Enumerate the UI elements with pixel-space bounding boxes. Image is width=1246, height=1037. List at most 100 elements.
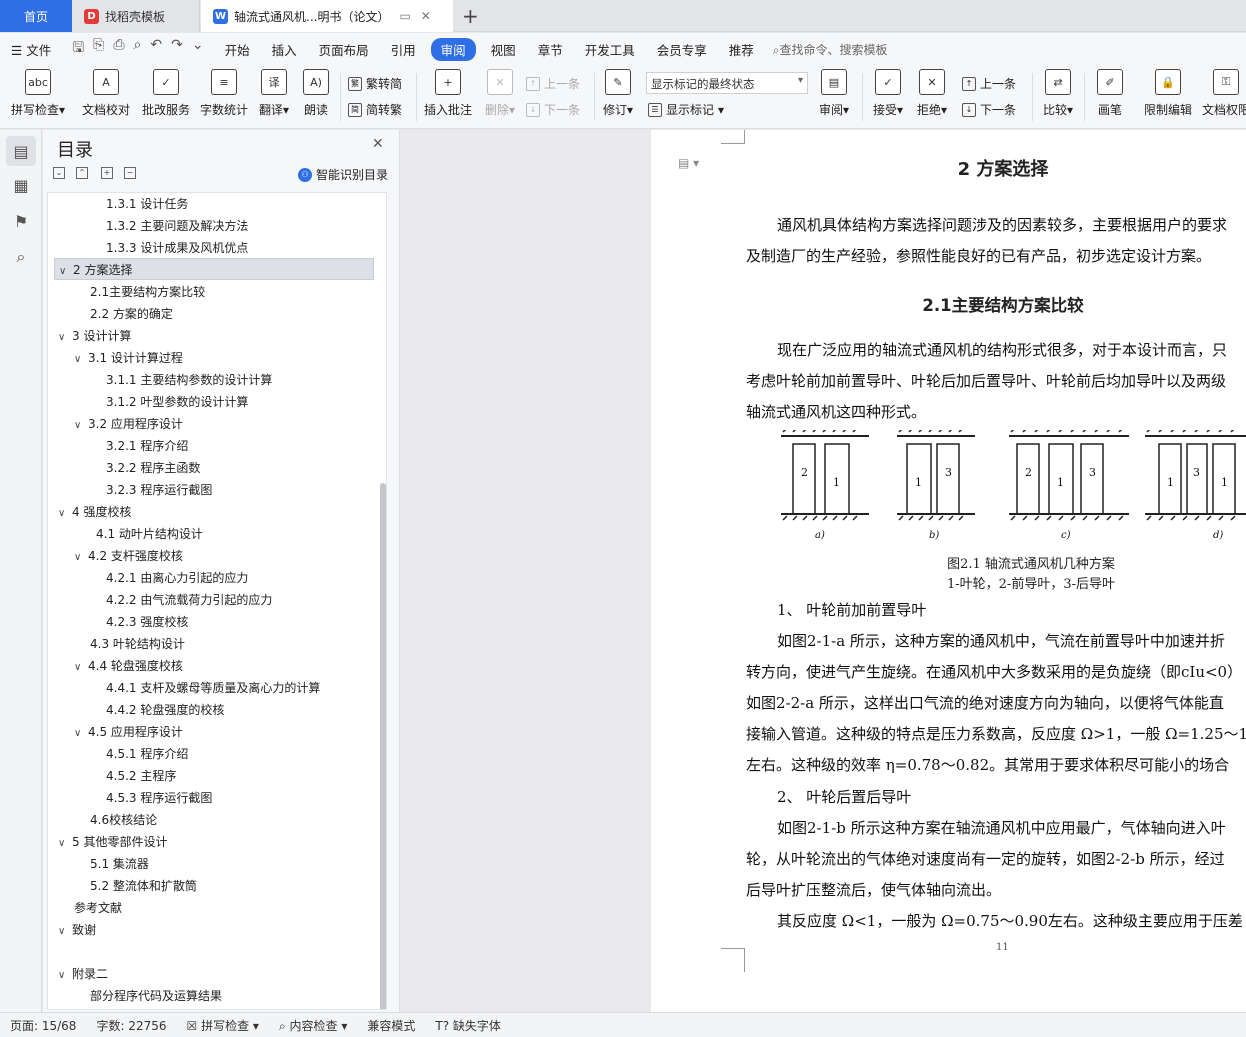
toc-item[interactable]: 5.1 集流器 — [90, 853, 149, 875]
toc-item[interactable]: ∨ 5 其他零部件设计 — [58, 831, 167, 853]
tab-window-icon[interactable]: ▭ — [399, 9, 410, 23]
toc-item[interactable]: 4.1 动叶片结构设计 — [96, 523, 203, 545]
doc-permission-button[interactable]: ⚿ 文档权限 — [1200, 69, 1246, 118]
page-indicator[interactable]: 页面: 15/68 — [0, 1017, 86, 1034]
file-menu[interactable]: ☰ 文件 — [0, 40, 62, 59]
menu-review[interactable]: 审阅 — [430, 37, 476, 61]
toc-item[interactable]: ∨ 3.1 设计计算过程 — [74, 347, 183, 369]
revise-button[interactable]: ✎ 修订▾ — [600, 69, 636, 118]
menu-member[interactable]: 会员专享 — [646, 40, 718, 59]
document-page[interactable]: ▤ ▾ 2 方案选择 通风机具体结构方案选择问题涉及的因素较多，主要根据用户的要… — [651, 130, 1246, 1012]
close-icon[interactable]: ✕ — [372, 136, 384, 152]
markup-state-select[interactable]: 显示标记的最终状态 — [646, 72, 808, 94]
trad-to-simp-button[interactable]: 繁繁转简 — [348, 75, 402, 92]
save-icon[interactable]: 🖫 — [72, 37, 84, 61]
pen-button[interactable]: ✐ 画笔 — [1094, 69, 1126, 118]
insert-comment-button[interactable]: + 插入批注 — [422, 69, 474, 118]
collapse-all-icon[interactable]: ⌄ — [53, 167, 65, 179]
chevron-down-icon[interactable]: ∨ — [58, 503, 72, 525]
toc-item[interactable]: 部分程序代码及运算结果 — [90, 985, 222, 1007]
toc-item[interactable]: 4.4.2 轮盘强度的校核 — [106, 699, 224, 721]
undo-icon[interactable]: ↶ — [150, 37, 162, 61]
menu-devtools[interactable]: 开发工具 — [574, 40, 646, 59]
toc-item[interactable]: 3.2.3 程序运行截图 — [106, 479, 212, 501]
toc-item[interactable]: ∨ 3 设计计算 — [58, 325, 131, 347]
toc-item[interactable]: 3.2.2 程序主函数 — [106, 457, 200, 479]
prev-comment-button[interactable]: ↑ 上一条 — [526, 75, 580, 92]
toc-item[interactable]: 4.6校核结论 — [90, 809, 157, 831]
show-markup-button[interactable]: ☰ 显示标记 ▾ — [648, 101, 724, 118]
remove-item-icon[interactable]: − — [124, 167, 136, 179]
toc-item[interactable]: 4.2.1 由离心力引起的应力 — [106, 567, 248, 589]
document-area[interactable]: ▤ ▾ 2 方案选择 通风机具体结构方案选择问题涉及的因素较多，主要根据用户的要… — [401, 130, 1246, 1012]
tab-document[interactable]: W 轴流式通风机...明书（论文） ▭ ✕ — [201, 0, 453, 32]
toc-item[interactable]: ∨ 附录二 — [58, 963, 108, 985]
tab-template[interactable]: D 找稻壳模板 — [72, 0, 200, 32]
missing-font-status[interactable]: T? 缺失字体 — [425, 1017, 511, 1034]
compare-button[interactable]: ⇄ 比较▾ — [1040, 69, 1076, 118]
toc-item[interactable]: 参考文献 — [74, 897, 122, 919]
smart-toc-button[interactable]: ⚇ 智能识别目录 — [298, 166, 388, 183]
toc-item[interactable]: 2.2 方案的确定 — [90, 303, 173, 325]
toc-item[interactable]: 4.3 叶轮结构设计 — [90, 633, 185, 655]
toc-item[interactable]: 3.1.2 叶型参数的设计计算 — [106, 391, 248, 413]
toc-item[interactable]: 4.2.3 强度校核 — [106, 611, 188, 633]
read-aloud-button[interactable]: A) 朗读 — [300, 69, 332, 118]
spell-check-button[interactable]: abc 拼写检查▾ — [10, 69, 66, 118]
menu-recommend[interactable]: 推荐 — [718, 40, 765, 59]
prev-change-button[interactable]: ↑ 上一条 — [962, 75, 1016, 92]
toc-item[interactable]: 5.2 整流体和扩散筒 — [90, 875, 197, 897]
chevron-down-icon[interactable]: ∨ — [58, 965, 72, 987]
translate-button[interactable]: 译翻译▾ — [256, 69, 292, 118]
command-search[interactable]: ⌕查找命令、搜索模板 — [773, 41, 888, 58]
tab-home[interactable]: 首页 — [0, 0, 72, 32]
chevron-down-icon[interactable]: ∨ — [58, 833, 72, 855]
new-tab-icon[interactable]: + — [462, 4, 479, 28]
accept-button[interactable]: ✓ 接受▾ — [870, 69, 906, 118]
more-icon[interactable]: ⌄ — [192, 37, 204, 61]
chevron-down-icon[interactable]: ∨ — [74, 349, 88, 371]
chevron-down-icon[interactable]: ∨ — [58, 327, 72, 349]
toc-item[interactable]: ∨ 致谢 — [58, 919, 96, 941]
next-comment-button[interactable]: ↓ 下一条 — [526, 101, 580, 118]
redo-icon[interactable]: ↷ — [171, 37, 183, 61]
content-check-status[interactable]: ⌕ 内容检查 ▾ — [269, 1017, 357, 1034]
tab-close-icon[interactable]: ✕ — [421, 9, 431, 23]
menu-view[interactable]: 视图 — [480, 40, 527, 59]
toc-item[interactable]: 4.2.2 由气流载荷力引起的应力 — [106, 589, 272, 611]
bookmark-icon[interactable]: ⚑ — [6, 206, 36, 236]
review-pane-button[interactable]: ▤ 审阅▾ — [816, 69, 852, 118]
toc-item[interactable]: ∨ 4.4 轮盘强度校核 — [74, 655, 183, 677]
print-icon[interactable]: ⎙ — [113, 37, 124, 61]
toc-item[interactable]: ∨ 4 强度校核 — [58, 501, 131, 523]
toc-item[interactable]: 4.4.1 支杆及螺母等质量及离心力的计算 — [106, 677, 320, 699]
restrict-edit-button[interactable]: 🔒 限制编辑 — [1142, 69, 1194, 118]
word-count[interactable]: 字数: 22756 — [86, 1017, 176, 1034]
toc-item[interactable]: 4.5.3 程序运行截图 — [106, 787, 212, 809]
menu-insert[interactable]: 插入 — [261, 40, 308, 59]
annot-service-button[interactable]: ✓ 批改服务 — [140, 69, 192, 118]
toc-scrollbar[interactable] — [380, 483, 386, 1009]
toc-item[interactable]: 2.1主要结构方案比较 — [90, 281, 205, 303]
toc-item[interactable]: 3.2.1 程序介绍 — [106, 435, 188, 457]
expand-all-icon[interactable]: ⌃ — [76, 167, 88, 179]
export-icon[interactable]: ⎘ — [93, 37, 104, 61]
chevron-down-icon[interactable]: ∨ — [59, 261, 73, 283]
chevron-down-icon[interactable]: ∨ — [74, 415, 88, 437]
chevron-down-icon[interactable]: ∨ — [74, 723, 88, 745]
menu-layout[interactable]: 页面布局 — [308, 40, 380, 59]
toc-item-selected[interactable]: ∨ 2 方案选择 — [54, 258, 374, 280]
doc-check-button[interactable]: A 文档校对 — [80, 69, 132, 118]
menu-chapter[interactable]: 章节 — [527, 40, 574, 59]
delete-comment-button[interactable]: ✕ 删除▾ — [482, 69, 518, 118]
toc-item[interactable]: 4.5.1 程序介绍 — [106, 743, 188, 765]
chevron-down-icon[interactable]: ∨ — [58, 921, 72, 943]
toc-item[interactable]: ∨ 4.5 应用程序设计 — [74, 721, 183, 743]
toc-item[interactable]: ∨ 3.2 应用程序设计 — [74, 413, 183, 435]
preview-icon[interactable]: ⌕ — [134, 37, 142, 61]
chapter-nav-icon[interactable]: ▦ — [6, 170, 36, 200]
toc-item[interactable]: ∨ 4.2 支杆强度校核 — [74, 545, 183, 567]
toc-item[interactable]: 4.5.2 主程序 — [106, 765, 176, 787]
chevron-down-icon[interactable]: ∨ — [74, 657, 88, 679]
toc-item[interactable]: 1.3.1 设计任务 — [106, 193, 188, 215]
